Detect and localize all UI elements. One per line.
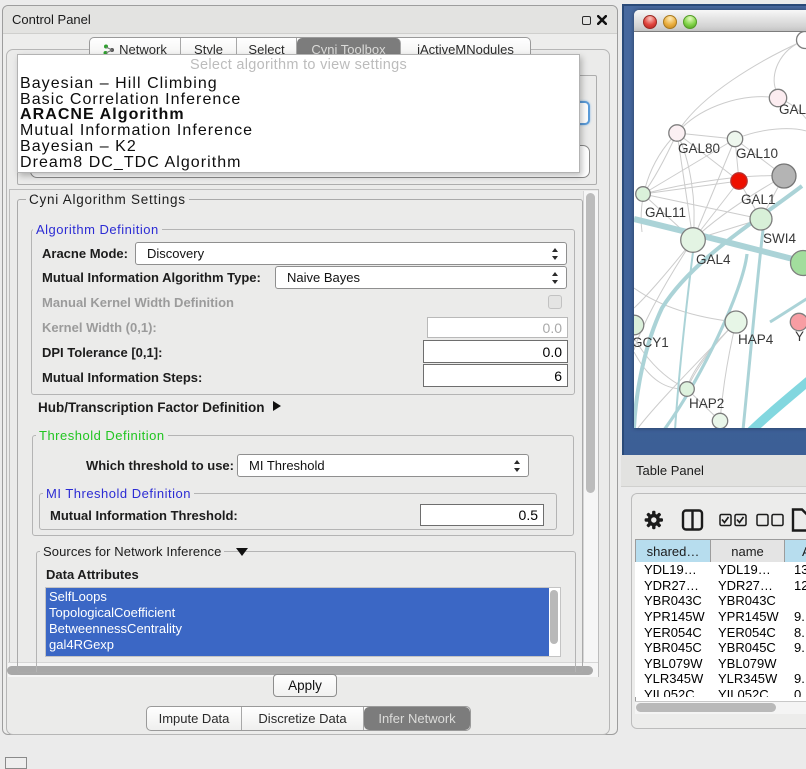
- svg-text:SWI4: SWI4: [763, 231, 796, 246]
- svg-text:GAL1: GAL1: [741, 192, 776, 207]
- svg-text:GCY1: GCY1: [634, 335, 669, 350]
- svg-text:GAL4: GAL4: [696, 252, 731, 267]
- svg-text:HAP2: HAP2: [689, 396, 724, 411]
- svg-text:HAP4: HAP4: [738, 332, 774, 347]
- svg-text:Y: Y: [795, 329, 804, 344]
- svg-text:GAL11: GAL11: [645, 205, 686, 220]
- svg-text:GAL80: GAL80: [678, 141, 720, 156]
- svg-text:GAL7: GAL7: [779, 102, 806, 117]
- svg-text:GAL10: GAL10: [736, 146, 778, 161]
